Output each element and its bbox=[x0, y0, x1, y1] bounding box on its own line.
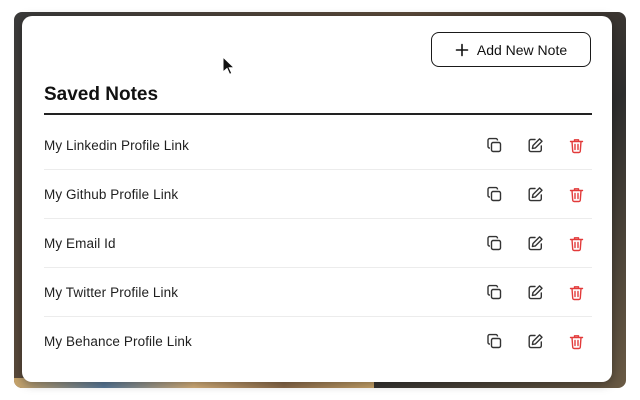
note-label: My Email Id bbox=[44, 235, 116, 251]
note-row: My Behance Profile Link bbox=[44, 317, 592, 366]
copy-icon[interactable] bbox=[485, 136, 504, 155]
trash-icon[interactable] bbox=[567, 283, 586, 302]
copy-icon[interactable] bbox=[485, 283, 504, 302]
edit-icon[interactable] bbox=[526, 234, 545, 253]
note-label: My Github Profile Link bbox=[44, 186, 179, 202]
copy-icon[interactable] bbox=[485, 332, 504, 351]
copy-icon[interactable] bbox=[485, 185, 504, 204]
note-actions bbox=[485, 332, 586, 351]
notes-list: My Linkedin Profile Link My Github Profi… bbox=[44, 121, 592, 366]
edit-icon[interactable] bbox=[526, 185, 545, 204]
note-label: My Linkedin Profile Link bbox=[44, 137, 189, 153]
trash-icon[interactable] bbox=[567, 185, 586, 204]
note-actions bbox=[485, 283, 586, 302]
note-row: My Linkedin Profile Link bbox=[44, 121, 592, 170]
add-new-note-button[interactable]: Add New Note bbox=[431, 32, 591, 67]
title-divider bbox=[44, 113, 592, 115]
edit-icon[interactable] bbox=[526, 283, 545, 302]
trash-icon[interactable] bbox=[567, 136, 586, 155]
note-row: My Twitter Profile Link bbox=[44, 268, 592, 317]
note-row: My Github Profile Link bbox=[44, 170, 592, 219]
edit-icon[interactable] bbox=[526, 332, 545, 351]
plus-icon bbox=[455, 43, 469, 57]
note-actions bbox=[485, 234, 586, 253]
trash-icon[interactable] bbox=[567, 332, 586, 351]
note-label: My Behance Profile Link bbox=[44, 334, 192, 349]
note-actions bbox=[485, 136, 586, 155]
copy-icon[interactable] bbox=[485, 234, 504, 253]
edit-icon[interactable] bbox=[526, 136, 545, 155]
note-actions bbox=[485, 185, 586, 204]
mouse-pointer-icon bbox=[222, 55, 236, 76]
add-new-note-label: Add New Note bbox=[476, 41, 568, 58]
note-label: My Twitter Profile Link bbox=[44, 284, 179, 300]
trash-icon[interactable] bbox=[567, 234, 586, 253]
note-row: My Email Id bbox=[44, 219, 592, 268]
page-title: Saved Notes bbox=[44, 84, 159, 105]
saved-notes-panel: Add New Note Saved Notes My Linkedin Pro… bbox=[22, 16, 612, 382]
